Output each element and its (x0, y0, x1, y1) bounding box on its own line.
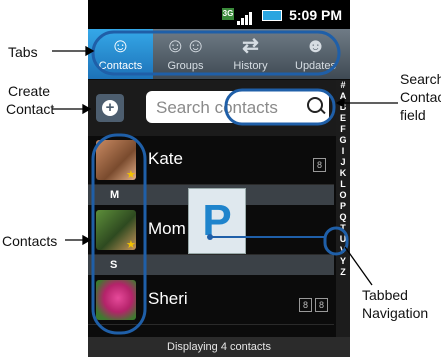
search-arrow (335, 97, 345, 109)
callout-tabbed-navigation: Tabbed Navigation (362, 287, 429, 321)
create-arrow (82, 103, 92, 115)
callout-contacts: Contacts (2, 233, 58, 249)
search-outline (224, 88, 336, 126)
callout-search-field: Search Contacts field (400, 71, 441, 123)
popup-link-dot (207, 234, 213, 240)
index-outline (323, 226, 349, 256)
callout-create-contact: Create Contact (6, 83, 55, 117)
contacts-arrow (82, 234, 92, 246)
contacts-outline (91, 133, 147, 335)
callout-tabs: Tabs (8, 44, 38, 60)
tabs-outline (91, 30, 341, 76)
index-leader (344, 246, 373, 286)
